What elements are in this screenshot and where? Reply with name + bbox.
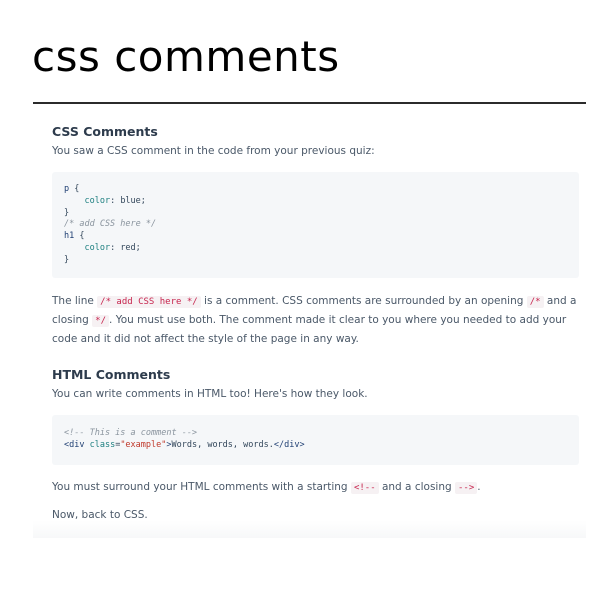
lesson-content: CSS Comments You saw a CSS comment in th…: [33, 104, 586, 538]
inline-code: /* add CSS here */: [97, 296, 201, 308]
html-comments-explanation: You must surround your HTML comments wit…: [52, 481, 481, 494]
code-line: color: blue;: [84, 195, 146, 206]
css-code-block: p { color: blue; } /* add CSS here */ h1…: [52, 172, 579, 278]
html-comments-heading: HTML Comments: [52, 367, 171, 382]
inline-code: -->: [455, 482, 478, 494]
css-comments-intro: You saw a CSS comment in the code from y…: [52, 145, 375, 157]
code-comment-line: /* add CSS here */: [64, 219, 157, 230]
code-line: h1 {: [64, 231, 85, 242]
html-code-block: <!-- This is a comment --> <div class="e…: [52, 415, 579, 465]
inline-code: <!--: [350, 482, 379, 494]
html-comments-intro: You can write comments in HTML too! Here…: [52, 388, 368, 400]
code-comment-line: <!-- This is a comment -->: [64, 428, 198, 438]
css-comments-explanation: The line /* add CSS here */ is a comment…: [52, 295, 577, 345]
inline-code: /*: [526, 296, 544, 308]
inline-code: */: [92, 315, 110, 327]
page-title: css comments: [32, 32, 340, 81]
code-line: color: red;: [84, 242, 141, 253]
code-line: <div class="example">Words, words, words…: [64, 439, 305, 450]
css-comments-section: CSS Comments You saw a CSS comment in th…: [52, 124, 579, 348]
html-comments-section: HTML Comments You can write comments in …: [52, 367, 579, 524]
code-line: }: [64, 254, 70, 265]
css-comments-heading: CSS Comments: [52, 124, 158, 139]
code-line: }: [64, 207, 70, 218]
closing-text: Now, back to CSS.: [52, 509, 148, 521]
code-line: p {: [64, 184, 80, 194]
